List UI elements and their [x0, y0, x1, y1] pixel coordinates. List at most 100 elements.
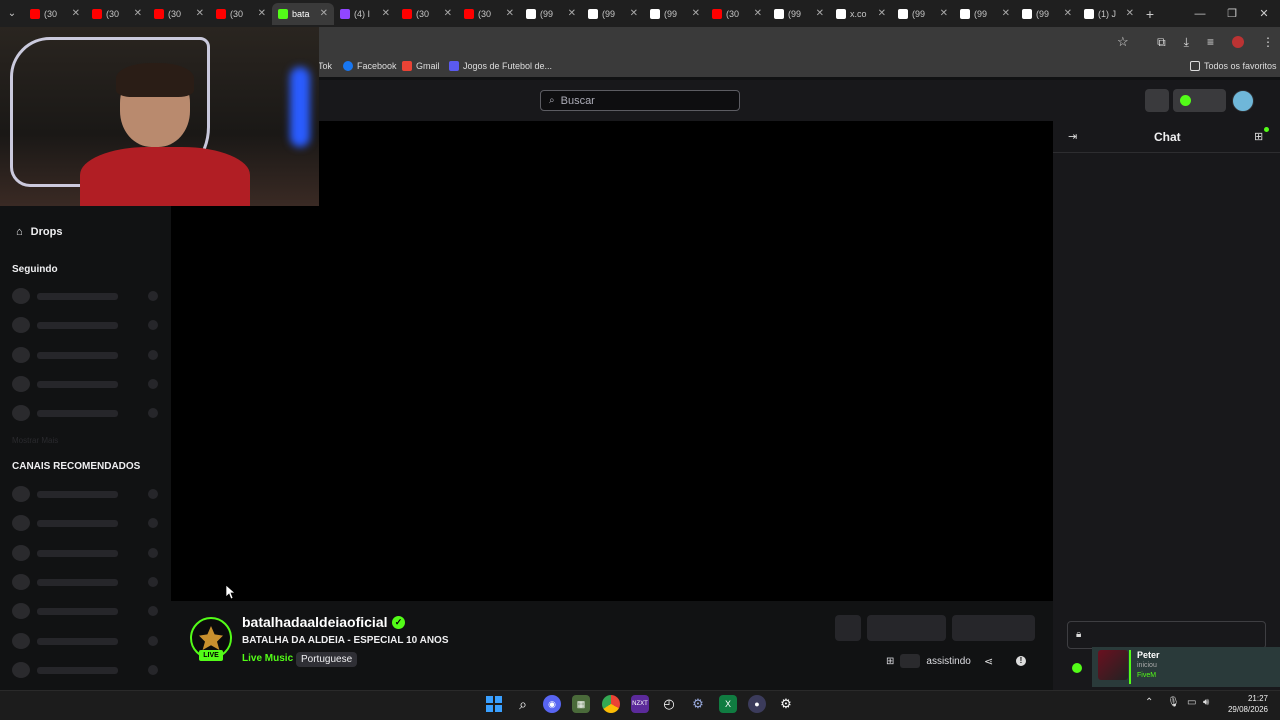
- browser-tab[interactable]: (1) J ✕: [1078, 3, 1140, 25]
- stream-notification[interactable]: Peter iniciou FiveM: [1092, 647, 1280, 687]
- microphone-icon[interactable]: 🎙︎: [1167, 697, 1180, 708]
- header-kick-button[interactable]: [1173, 89, 1226, 112]
- search-icon: ⌕: [549, 95, 555, 106]
- game-launcher-icon[interactable]: ▦: [572, 695, 590, 713]
- browser-tab[interactable]: (30 ✕: [86, 3, 148, 25]
- recommended-channel-placeholder[interactable]: [12, 661, 160, 678]
- browser-tab[interactable]: (30 ✕: [458, 3, 520, 25]
- media-icon[interactable]: ≡: [1207, 35, 1214, 49]
- close-tab-icon[interactable]: ✕: [1126, 8, 1134, 19]
- menu-dots-icon[interactable]: ⋮: [1262, 35, 1274, 49]
- browser-tab[interactable]: (30 ✕: [148, 3, 210, 25]
- header-placeholder-button[interactable]: [1145, 89, 1169, 112]
- close-tab-icon[interactable]: ✕: [568, 8, 576, 19]
- close-tab-icon[interactable]: ✕: [506, 8, 514, 19]
- chat-input[interactable]: [1067, 621, 1266, 649]
- recommended-channel-placeholder[interactable]: [12, 573, 160, 590]
- close-tab-icon[interactable]: ✕: [630, 8, 638, 19]
- minimize-icon[interactable]: —: [1184, 8, 1216, 20]
- browser-tab[interactable]: bata ✕: [272, 2, 334, 25]
- collapse-chat-icon[interactable]: ⇥: [1068, 130, 1077, 143]
- channel-name[interactable]: batalhadaaldeiaoficial: [242, 614, 388, 630]
- bookmark-star-icon[interactable]: ☆: [1117, 34, 1129, 50]
- close-tab-icon[interactable]: ✕: [196, 8, 204, 19]
- following-channel-placeholder[interactable]: [12, 288, 160, 304]
- browser-tab[interactable]: (99 ✕: [644, 3, 706, 25]
- browser-tab[interactable]: (30 ✕: [24, 3, 86, 25]
- action-placeholder-button[interactable]: [835, 615, 861, 641]
- following-channel-placeholder[interactable]: [12, 375, 160, 392]
- close-tab-icon[interactable]: ✕: [258, 8, 266, 19]
- close-tab-icon[interactable]: ✕: [382, 8, 390, 19]
- windows-start-icon[interactable]: [485, 695, 503, 713]
- discord-icon[interactable]: ◉: [543, 695, 561, 713]
- search-input[interactable]: ⌕ Buscar: [540, 90, 740, 111]
- bookmark-facebook[interactable]: Facebook: [343, 61, 397, 71]
- close-tab-icon[interactable]: ✕: [1064, 8, 1072, 19]
- browser-tab[interactable]: (4) I ✕: [334, 3, 396, 25]
- verified-icon: ✓: [392, 616, 405, 629]
- close-window-icon[interactable]: ✕: [1248, 7, 1280, 20]
- steam-icon[interactable]: ⚙: [689, 695, 707, 713]
- search-icon[interactable]: ⌕: [514, 695, 532, 713]
- bookmark-jogos[interactable]: Jogos de Futebol de...: [449, 61, 552, 71]
- excel-icon[interactable]: X: [719, 695, 737, 713]
- settings-icon[interactable]: ⚙: [777, 695, 795, 713]
- media-app-icon[interactable]: ●: [748, 695, 766, 713]
- download-icon[interactable]: ⤓: [1184, 35, 1189, 50]
- tab-search-chevron-icon[interactable]: ⌄: [0, 8, 24, 19]
- extensions-icon[interactable]: ⧉: [1157, 35, 1166, 50]
- share-icon[interactable]: ⋖: [984, 655, 993, 668]
- following-channel-placeholder[interactable]: [12, 346, 160, 363]
- bookmark-all-favorites[interactable]: Todos os favoritos: [1190, 61, 1277, 71]
- restore-icon[interactable]: ❐: [1216, 7, 1248, 20]
- chrome-icon[interactable]: [602, 695, 620, 713]
- browser-tab[interactable]: (99 ✕: [582, 3, 644, 25]
- close-tab-icon[interactable]: ✕: [878, 8, 886, 19]
- volume-icon[interactable]: 🔊︎: [1203, 697, 1209, 708]
- browser-tab[interactable]: (30 ✕: [706, 3, 768, 25]
- recommended-channel-placeholder[interactable]: [12, 603, 160, 620]
- browser-tab[interactable]: (99 ✕: [520, 3, 582, 25]
- browser-tab[interactable]: (99 ✕: [768, 3, 830, 25]
- browser-tab[interactable]: (99 ✕: [892, 3, 954, 25]
- recommended-channel-placeholder[interactable]: [12, 632, 160, 649]
- nzxt-icon[interactable]: NZXT: [631, 695, 649, 713]
- browser-tab[interactable]: (99 ✕: [954, 3, 1016, 25]
- close-tab-icon[interactable]: ✕: [72, 8, 80, 19]
- browser-tab[interactable]: (30 ✕: [210, 3, 272, 25]
- following-channel-placeholder[interactable]: [12, 405, 160, 422]
- tray-chevron-icon[interactable]: ⌃: [1145, 697, 1153, 708]
- category-link[interactable]: Live Music: [242, 653, 293, 664]
- close-tab-icon[interactable]: ✕: [692, 8, 700, 19]
- bookmark-gmail[interactable]: Gmail: [402, 61, 440, 71]
- gift-icon[interactable]: ⊞: [1254, 130, 1263, 143]
- show-more-link[interactable]: Mostrar Mais: [12, 436, 58, 445]
- recommended-channel-placeholder[interactable]: [12, 544, 160, 561]
- system-clock[interactable]: 21:27 29/08/2026: [1228, 693, 1268, 715]
- recommended-channel-placeholder[interactable]: [12, 515, 160, 532]
- close-tab-icon[interactable]: ✕: [816, 8, 824, 19]
- following-channel-placeholder[interactable]: [12, 317, 160, 334]
- subscribe-placeholder-button[interactable]: [952, 615, 1035, 641]
- browser-tab[interactable]: (30 ✕: [396, 3, 458, 25]
- language-tag[interactable]: Portuguese: [296, 652, 358, 667]
- sidebar-item-drops[interactable]: ⌂ Drops: [16, 226, 62, 238]
- bookmark-tiktok[interactable]: Tok: [318, 61, 332, 71]
- close-tab-icon[interactable]: ✕: [444, 8, 452, 19]
- browser-tab[interactable]: x.co ✕: [830, 3, 892, 25]
- close-tab-icon[interactable]: ✕: [134, 8, 142, 19]
- close-tab-icon[interactable]: ✕: [320, 8, 328, 19]
- close-tab-icon[interactable]: ✕: [1002, 8, 1010, 19]
- clock-app-icon[interactable]: ◴: [660, 695, 678, 713]
- network-icon[interactable]: ▭: [1187, 697, 1196, 708]
- browser-tab[interactable]: (99 ✕: [1016, 3, 1078, 25]
- recommended-channel-placeholder[interactable]: [12, 486, 160, 502]
- close-tab-icon[interactable]: ✕: [754, 8, 762, 19]
- info-icon[interactable]: !: [1016, 656, 1026, 666]
- close-tab-icon[interactable]: ✕: [940, 8, 948, 19]
- follow-placeholder-button[interactable]: [867, 615, 946, 641]
- profile-icon[interactable]: [1232, 36, 1244, 48]
- user-avatar[interactable]: [1232, 90, 1254, 112]
- new-tab-button[interactable]: +: [1140, 6, 1160, 22]
